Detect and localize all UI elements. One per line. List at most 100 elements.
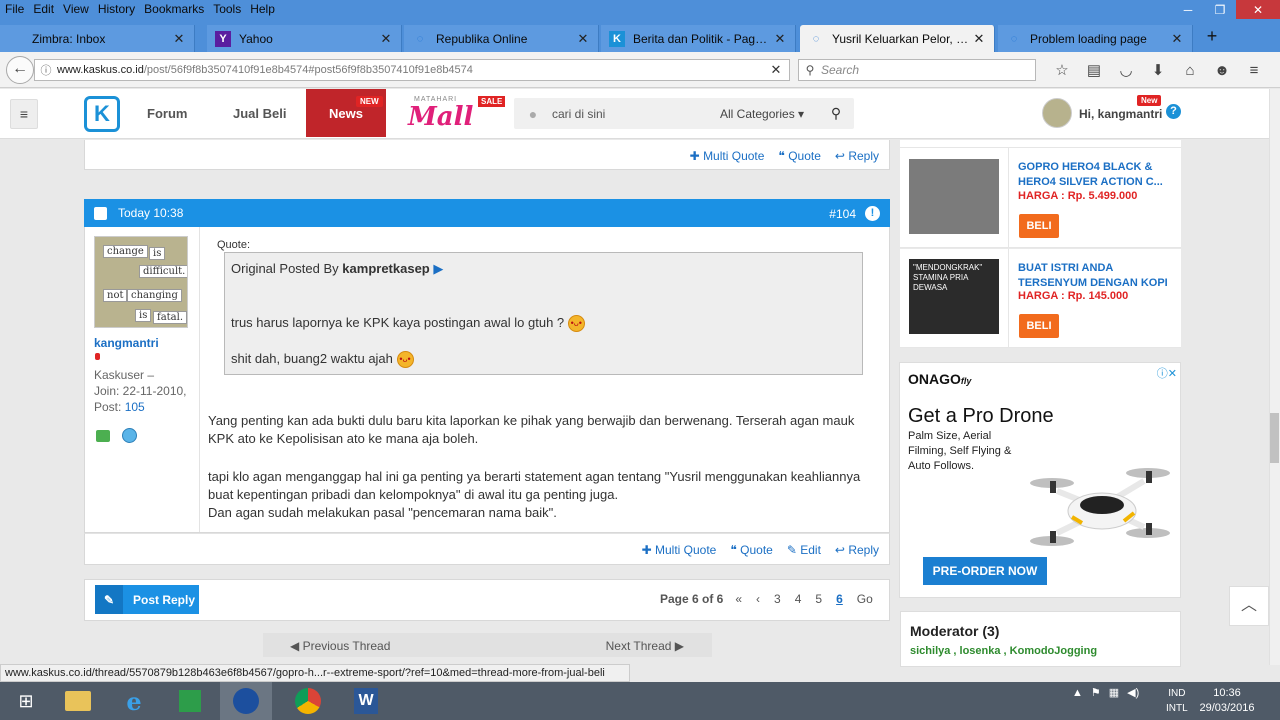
next-thread-link[interactable]: Next Thread ▶ (606, 639, 684, 653)
browser-search-box[interactable]: ⚲ Search (798, 59, 1036, 81)
network-icon[interactable]: ▦ (1109, 686, 1119, 699)
product-title[interactable]: GOPRO HERO4 BLACK & HERO4 SILVER ACTION … (1018, 160, 1170, 190)
menu-file[interactable]: File (0, 0, 28, 16)
store-icon[interactable] (164, 682, 216, 720)
new-tab-button[interactable]: + (1200, 25, 1224, 49)
internet-explorer-icon[interactable]: e (108, 682, 160, 720)
menu-tools[interactable]: Tools (208, 0, 245, 16)
close-tab-icon[interactable]: ✕ (773, 31, 787, 47)
download-icon[interactable]: ⬇ (1142, 60, 1174, 80)
page-link[interactable]: 3 (774, 592, 781, 606)
tab-republika[interactable]: ◌ Republika Online ✕ (404, 25, 599, 52)
post-number[interactable]: #104 (829, 207, 856, 221)
current-page[interactable]: 6 (836, 592, 843, 606)
first-page-icon[interactable]: « (735, 592, 742, 606)
back-button[interactable]: ← (6, 56, 34, 84)
post-reply-button[interactable]: ✎ Post Reply (95, 585, 199, 614)
reply-button[interactable]: ↩ Reply (835, 543, 879, 557)
home-icon[interactable]: ⌂ (1174, 60, 1206, 80)
taskbar-clock[interactable]: 10:36 29/03/2016 (1196, 686, 1258, 716)
close-tab-icon[interactable]: ✕ (576, 31, 590, 47)
chrome-icon[interactable] (282, 682, 334, 720)
prev-page-icon[interactable]: ‹ (756, 592, 760, 606)
help-icon[interactable]: ? (1166, 104, 1181, 119)
menu-bookmarks[interactable]: Bookmarks (139, 0, 208, 16)
edit-button[interactable]: ✎ Edit (787, 543, 821, 557)
multi-quote-button[interactable]: ✚ Multi Quote (690, 149, 765, 163)
user-avatar[interactable] (1042, 98, 1072, 128)
minimize-button[interactable]: ─ (1172, 0, 1204, 19)
quote-author[interactable]: kampretkasep (342, 261, 429, 276)
tab-yusril[interactable]: ◌ Yusril Keluarkan Pelor, Lan... ✕ (800, 25, 995, 52)
poster-username[interactable]: kangmantri (94, 336, 159, 350)
tab-yahoo[interactable]: Y Yahoo ✕ (207, 25, 402, 52)
category-select[interactable]: All Categories ▾ (720, 107, 818, 121)
word-icon[interactable]: W (340, 682, 392, 720)
bookmark-star-icon[interactable]: ☆ (1046, 60, 1078, 80)
file-explorer-icon[interactable] (52, 682, 104, 720)
badge-icon[interactable] (96, 430, 110, 442)
moderator-list[interactable]: sichilya , losenka , KomodoJogging (910, 645, 1097, 657)
pre-order-button[interactable]: PRE-ORDER NOW (923, 557, 1047, 585)
buy-button[interactable]: BELI (1019, 314, 1059, 338)
url-bar[interactable]: ⓘ www.kaskus.co.id/post/56f9f8b3507410f9… (34, 59, 790, 81)
multi-quote-button[interactable]: ✚ Multi Quote (642, 543, 717, 557)
action-center-icon[interactable]: ⚑ (1091, 686, 1101, 699)
reading-list-icon[interactable]: ▤ (1078, 60, 1110, 80)
tab-zimbra[interactable]: Zimbra: Inbox ✕ (0, 25, 195, 52)
menu-view[interactable]: View (58, 0, 93, 16)
menu-edit[interactable]: Edit (28, 0, 58, 16)
kaskus-logo[interactable]: K (84, 96, 120, 132)
close-tab-icon[interactable]: ✕ (172, 31, 186, 47)
info-icon[interactable]: ⓘ (35, 62, 57, 78)
select-post-checkbox[interactable] (94, 207, 107, 220)
close-tab-icon[interactable]: ✕ (972, 31, 986, 47)
product-image[interactable] (909, 159, 999, 234)
page-link[interactable]: 4 (795, 592, 802, 606)
site-search-input[interactable]: cari di sini (552, 107, 720, 121)
user-greeting[interactable]: Hi, kangmantri (1079, 107, 1162, 121)
pocket-icon[interactable]: ◡ (1110, 60, 1142, 80)
firefox-icon[interactable] (220, 682, 272, 720)
adchoices-icon[interactable]: ⓘ✕ (1157, 365, 1177, 381)
view-post-arrow-icon[interactable]: ▶ (433, 261, 443, 276)
tab-berita[interactable]: K Berita dan Politik - Page 2 ... ✕ (601, 25, 796, 52)
matahari-mall-logo[interactable]: MATAHARI Mall SALE (408, 96, 508, 136)
hamburger-menu-icon[interactable]: ≡ (10, 99, 38, 129)
scroll-to-top-button[interactable]: ︿ (1229, 586, 1269, 626)
volume-icon[interactable]: ◀) (1127, 686, 1139, 699)
restore-button[interactable]: ❐ (1204, 0, 1236, 19)
scrollbar-thumb[interactable] (1270, 413, 1279, 463)
menu-icon[interactable]: ≡ (1238, 60, 1270, 80)
product-title[interactable]: BUAT ISTRI ANDA TERSENYUM DENGAN KOPI (1018, 261, 1170, 291)
nav-forum[interactable]: Forum (147, 106, 187, 121)
divider (1008, 148, 1009, 248)
quote-button[interactable]: ❝ Quote (778, 149, 821, 163)
tray-expand-icon[interactable]: ▲ (1072, 687, 1083, 699)
report-icon[interactable]: ! (865, 206, 880, 221)
close-tab-icon[interactable]: ✕ (379, 31, 393, 47)
go-button[interactable]: Go (857, 592, 873, 606)
advertisement[interactable]: ⓘ✕ ONAGOfly Get a Pro Drone Palm Size, A… (899, 362, 1181, 598)
nav-jual-beli[interactable]: Jual Beli (233, 106, 286, 121)
close-window-button[interactable]: ✕ (1236, 0, 1280, 19)
start-button[interactable]: ⊞ (0, 682, 52, 720)
smiley-badge-icon[interactable] (122, 428, 137, 443)
reply-button[interactable]: ↩ Reply (835, 149, 879, 163)
clear-url-icon[interactable]: ✕ (763, 62, 789, 78)
quote-button[interactable]: ❝ Quote (730, 543, 773, 557)
language-indicator[interactable]: IND INTL (1166, 686, 1188, 716)
product-image[interactable]: "MENDONGKRAK" STAMINA PRIA DEWASA (909, 259, 999, 334)
page-scrollbar[interactable] (1269, 89, 1280, 665)
page-link[interactable]: 5 (815, 592, 822, 606)
chat-icon[interactable]: ☻ (1206, 60, 1238, 80)
poster-avatar[interactable]: change is difficult. not changing is fat… (94, 236, 188, 328)
buy-button[interactable]: BELI (1019, 214, 1059, 238)
search-icon[interactable]: ⚲ (818, 105, 854, 122)
site-search-bar[interactable]: ● cari di sini All Categories ▾ ⚲ (514, 98, 854, 129)
previous-thread-link[interactable]: ◀ Previous Thread (290, 639, 390, 653)
close-tab-icon[interactable]: ✕ (1170, 31, 1184, 47)
menu-help[interactable]: Help (245, 0, 279, 16)
tab-problem-loading[interactable]: ◌ Problem loading page ✕ (998, 25, 1193, 52)
menu-history[interactable]: History (93, 0, 139, 16)
